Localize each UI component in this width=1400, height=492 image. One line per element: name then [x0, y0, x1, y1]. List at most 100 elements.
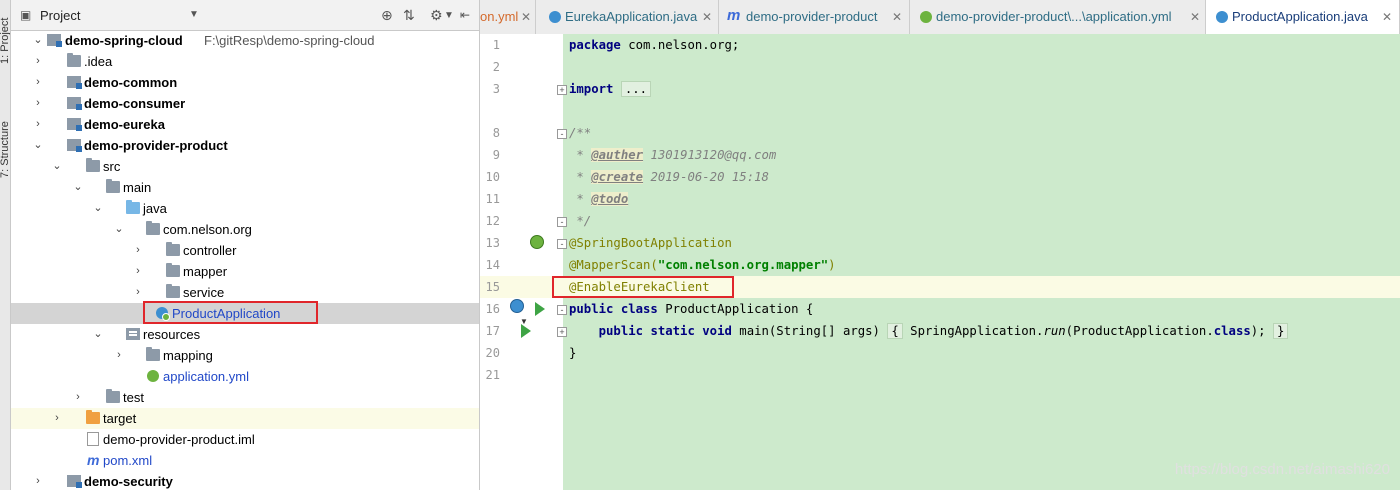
- code-line[interactable]: 14 @MapperScan("com.nelson.org.mapper"): [480, 254, 1400, 276]
- tree-path: F:\gitResp\demo-spring-cloud: [204, 33, 375, 48]
- code-line[interactable]: 8 - /**: [480, 122, 1400, 144]
- code-line[interactable]: 16 ▼ - public class ProductApplication {: [480, 298, 1400, 326]
- module-folder-icon: [67, 76, 82, 89]
- fold-collapse-icon[interactable]: -: [557, 239, 567, 249]
- project-tool-tab[interactable]: 1: Project: [0, 18, 10, 64]
- code-line[interactable]: 10 * @create 2019-06-20 15:18: [480, 166, 1400, 188]
- module-folder-icon: [67, 118, 82, 131]
- code-text: @SpringBootApplication: [569, 236, 732, 250]
- close-icon[interactable]: ✕: [1382, 0, 1392, 34]
- code-line[interactable]: 11 * @todo: [480, 188, 1400, 210]
- spring-bean-gutter-icon[interactable]: [530, 235, 544, 249]
- gear-icon[interactable]: ⚙: [430, 8, 443, 22]
- tree-label: demo-common: [84, 75, 178, 90]
- collapsed-chevron-icon[interactable]: ›: [73, 387, 83, 408]
- tree-row-main[interactable]: ⌄ main: [11, 177, 479, 198]
- tab-label: demo-provider-product: [746, 9, 878, 24]
- tab-pom-demo-provider-product[interactable]: m demo-provider-product ✕: [719, 0, 910, 34]
- tree-row-application-yml[interactable]: application.yml: [11, 366, 479, 387]
- collapsed-chevron-icon[interactable]: ›: [133, 282, 143, 303]
- tree-row-target[interactable]: › target: [11, 408, 479, 429]
- fold-expand-icon[interactable]: +: [557, 327, 567, 337]
- run-icon[interactable]: [535, 302, 545, 316]
- tree-label: mapping: [163, 348, 213, 363]
- tree-row-controller[interactable]: › controller: [11, 240, 479, 261]
- tree-row-mapper[interactable]: › mapper: [11, 261, 479, 282]
- line-number: 10: [485, 170, 500, 184]
- fold-end-icon[interactable]: -: [557, 217, 567, 227]
- collapsed-chevron-icon[interactable]: ›: [133, 240, 143, 261]
- tab-label: on.yml: [480, 9, 519, 24]
- tree-row-service[interactable]: › service: [11, 282, 479, 303]
- fold-collapse-icon[interactable]: -: [557, 305, 567, 315]
- code-line[interactable]: 1 package com.nelson.org;: [480, 34, 1400, 56]
- collapsed-chevron-icon[interactable]: ›: [33, 72, 43, 93]
- tree-row-idea[interactable]: › .idea: [11, 51, 479, 72]
- tab-eurekaapplication[interactable]: EurekaApplication.java ✕: [536, 0, 719, 34]
- expanded-chevron-icon[interactable]: ⌄: [73, 177, 83, 198]
- tree-row-src[interactable]: ⌄ src: [11, 156, 479, 177]
- close-icon[interactable]: ✕: [702, 0, 712, 34]
- collapsed-chevron-icon[interactable]: ›: [133, 261, 143, 282]
- locate-icon[interactable]: ⊕: [381, 8, 393, 22]
- collapsed-chevron-icon[interactable]: ›: [33, 93, 43, 114]
- tree-row-demo-eureka[interactable]: › demo-eureka: [11, 114, 479, 135]
- hide-panel-icon[interactable]: ⇤: [460, 8, 470, 22]
- close-icon[interactable]: ✕: [1190, 0, 1200, 34]
- close-icon[interactable]: ✕: [892, 0, 902, 34]
- folder-icon: [67, 53, 81, 67]
- tree-row-mapping[interactable]: › mapping: [11, 345, 479, 366]
- tree-label: application.yml: [163, 369, 249, 384]
- code-editor[interactable]: 1 package com.nelson.org; 2 3 + import .…: [480, 34, 1400, 490]
- code-line[interactable]: 20 }: [480, 342, 1400, 364]
- tab-application-yml-truncated[interactable]: on.yml ✕: [480, 0, 536, 34]
- project-panel-title[interactable]: Project: [40, 8, 80, 23]
- collapsed-chevron-icon[interactable]: ›: [33, 114, 43, 135]
- run-main-icon[interactable]: [521, 324, 531, 338]
- code-text: package com.nelson.org;: [569, 38, 740, 52]
- tree-row-resources[interactable]: ⌄ resources: [11, 324, 479, 345]
- structure-tool-tab[interactable]: 7: Structure: [0, 121, 10, 178]
- collapsed-chevron-icon[interactable]: ›: [114, 345, 124, 366]
- code-line[interactable]: 21: [480, 364, 1400, 386]
- collapsed-chevron-icon[interactable]: ›: [33, 471, 43, 492]
- folder-icon: [146, 347, 160, 361]
- close-icon[interactable]: ✕: [521, 0, 531, 34]
- code-line[interactable]: 17 + public static void main(String[] ar…: [480, 320, 1400, 342]
- tab-label: demo-provider-product\...\application.ym…: [936, 9, 1172, 24]
- expanded-chevron-icon[interactable]: ⌄: [114, 219, 124, 240]
- tree-row-com-nelson-org[interactable]: ⌄ com.nelson.org: [11, 219, 479, 240]
- tree-row-demo-consumer[interactable]: › demo-consumer: [11, 93, 479, 114]
- gear-dropdown-icon[interactable]: ▼: [444, 9, 454, 23]
- fold-expand-icon[interactable]: +: [557, 85, 567, 95]
- tab-application-yml[interactable]: demo-provider-product\...\application.ym…: [910, 0, 1206, 34]
- tree-row-demo-spring-cloud[interactable]: ⌄ demo-spring-cloud F:\gitResp\demo-spri…: [11, 30, 479, 51]
- expanded-chevron-icon[interactable]: ⌄: [33, 30, 43, 51]
- expanded-chevron-icon[interactable]: ⌄: [93, 324, 103, 345]
- code-line[interactable]: 2: [480, 56, 1400, 78]
- code-line[interactable]: 3 + import ...: [480, 78, 1400, 100]
- code-line[interactable]: 13 - @SpringBootApplication: [480, 232, 1400, 254]
- tree-row-iml[interactable]: demo-provider-product.iml: [11, 429, 479, 450]
- code-line[interactable]: 9 * @auther 1301913120@qq.com: [480, 144, 1400, 166]
- tree-row-demo-common[interactable]: › demo-common: [11, 72, 479, 93]
- collapse-all-icon[interactable]: ⇅: [403, 8, 415, 22]
- expanded-chevron-icon[interactable]: ⌄: [33, 135, 43, 156]
- maven-icon: m: [87, 452, 100, 468]
- excluded-folder-icon: [86, 410, 100, 424]
- tree-row-test[interactable]: › test: [11, 387, 479, 408]
- tree-row-demo-security[interactable]: › demo-security: [11, 471, 479, 492]
- code-line[interactable]: 12 - */: [480, 210, 1400, 232]
- expanded-chevron-icon[interactable]: ⌄: [93, 198, 103, 219]
- tab-productapplication[interactable]: ProductApplication.java ✕: [1206, 0, 1400, 34]
- fold-collapse-icon[interactable]: -: [557, 129, 567, 139]
- tree-row-demo-provider-product[interactable]: ⌄ demo-provider-product: [11, 135, 479, 156]
- tree-row-java[interactable]: ⌄ java: [11, 198, 479, 219]
- collapsed-chevron-icon[interactable]: ›: [52, 408, 62, 429]
- expanded-chevron-icon[interactable]: ⌄: [52, 156, 62, 177]
- collapsed-chevron-icon[interactable]: ›: [33, 51, 43, 72]
- tree-label: demo-eureka: [84, 117, 165, 132]
- view-dropdown-icon[interactable]: ▼: [189, 8, 199, 22]
- line-number: 9: [492, 148, 500, 162]
- tree-row-pom-xml[interactable]: m pom.xml: [11, 450, 479, 471]
